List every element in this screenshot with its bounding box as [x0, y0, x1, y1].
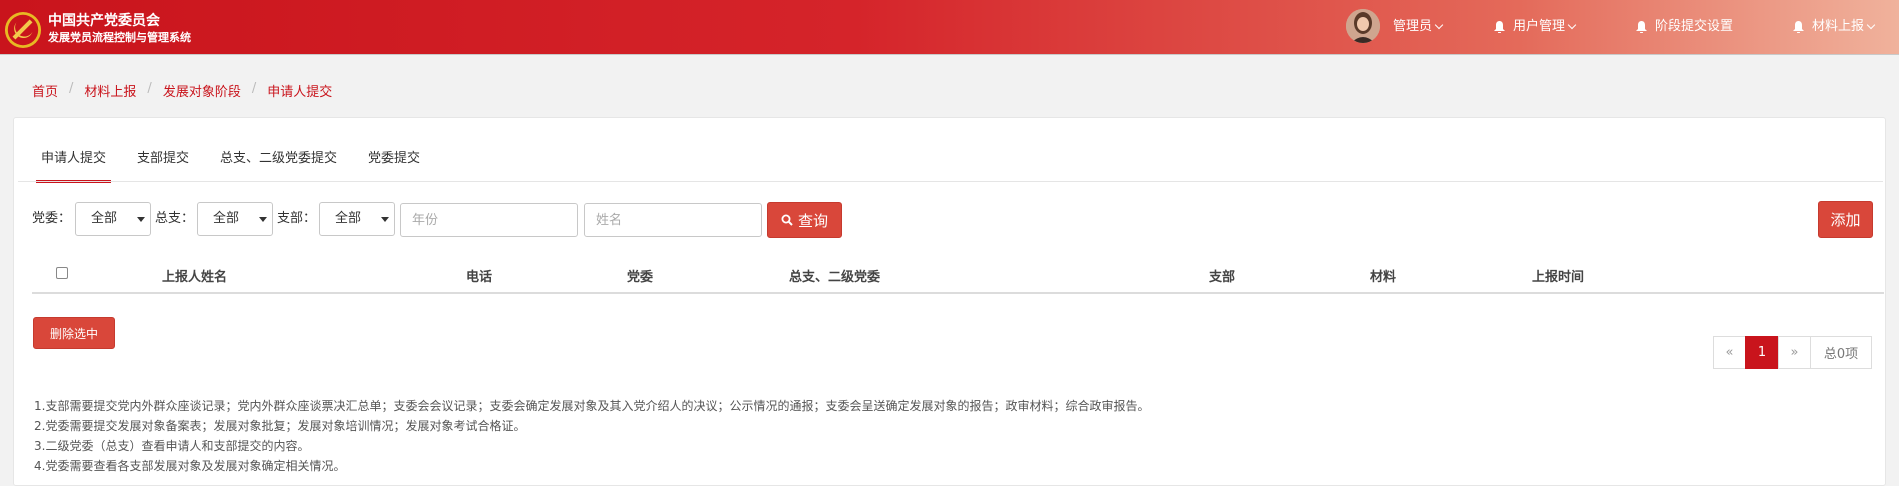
- user-management-label: 用户管理: [1513, 19, 1566, 34]
- add-button-label: 添加: [1830, 211, 1861, 229]
- col-party-committee: 党委: [627, 270, 654, 285]
- breadcrumb-material-upload[interactable]: 材料上报: [84, 81, 136, 100]
- tab-branch-submit[interactable]: 支部提交: [132, 149, 194, 183]
- note-line: 4.党委需要查看各支部发展对象及发展对象确定相关情况。: [34, 459, 346, 473]
- avatar-image-icon: [1346, 9, 1380, 43]
- admin-label: 管理员: [1393, 19, 1433, 34]
- breadcrumb-separator: /: [69, 81, 74, 96]
- general-branch-label: 总支：: [155, 211, 195, 226]
- note-line: 2.党委需要提交发展对象备案表；发展对象批复；发展对象培训情况；发展对象考试合格…: [34, 419, 526, 433]
- breadcrumb: 首页 / 材料上报 / 发展对象阶段 / 申请人提交: [32, 81, 332, 100]
- breadcrumb-current: 申请人提交: [267, 85, 333, 100]
- col-branch: 支部: [1209, 270, 1236, 285]
- delete-selected-button[interactable]: 删除选中: [33, 317, 115, 349]
- top-header: 中国共产党委员会 发展党员流程控制与管理系统 管理员 用户管理 阶段提交设置 材…: [0, 0, 1899, 55]
- title-line2: 发展党员流程控制与管理系统: [48, 31, 191, 44]
- tab-general-branch-submit[interactable]: 总支、二级党委提交: [215, 149, 342, 183]
- add-button[interactable]: 添加: [1818, 201, 1873, 238]
- pagination-page-1[interactable]: 1: [1745, 336, 1779, 369]
- general-branch-select-value: 全部: [213, 211, 240, 226]
- general-branch-select[interactable]: 全部: [197, 202, 273, 236]
- bell-icon: [1793, 21, 1804, 33]
- chevron-down-icon: [1866, 20, 1876, 30]
- stage-settings-menu[interactable]: 阶段提交设置: [1636, 16, 1733, 38]
- table-header: 上报人姓名 电话 党委 总支、二级党委 支部 材料 上报时间: [32, 256, 1884, 294]
- instructions-notes: 1.支部需要提交党内外群众座谈记录；党内外群众座谈票决汇总单；支委会会议记录；支…: [34, 396, 1149, 476]
- branch-label: 支部：: [277, 211, 317, 226]
- title-line1: 中国共产党委员会: [48, 13, 160, 29]
- admin-menu[interactable]: 管理员: [1393, 16, 1444, 38]
- col-material: 材料: [1370, 270, 1397, 285]
- tab-applicant-submit[interactable]: 申请人提交: [36, 149, 112, 183]
- pagination-next[interactable]: »: [1778, 336, 1811, 369]
- select-all-checkbox[interactable]: [56, 267, 68, 279]
- search-button[interactable]: 查询: [767, 202, 842, 238]
- col-general-branch: 总支、二级党委: [789, 270, 881, 285]
- party-committee-select[interactable]: 全部: [75, 202, 151, 236]
- material-upload-menu[interactable]: 材料上报: [1793, 16, 1876, 38]
- party-committee-select-value: 全部: [91, 211, 118, 226]
- tab-party-committee-submit[interactable]: 党委提交: [363, 149, 425, 183]
- note-line: 1.支部需要提交党内外群众座谈记录；党内外群众座谈票决汇总单；支委会会议记录；支…: [34, 399, 1150, 413]
- tab-bar: 申请人提交 支部提交 总支、二级党委提交 党委提交: [36, 149, 446, 183]
- breadcrumb-separator: /: [147, 81, 152, 96]
- system-title: 中国共产党委员会 发展党员流程控制与管理系统: [48, 13, 191, 45]
- breadcrumb-home[interactable]: 首页: [32, 81, 58, 100]
- bell-icon: [1494, 21, 1505, 33]
- breadcrumb-separator: /: [251, 81, 257, 96]
- chevron-down-icon: [1434, 20, 1444, 30]
- pagination-prev[interactable]: «: [1713, 336, 1746, 369]
- user-management-menu[interactable]: 用户管理: [1494, 16, 1577, 38]
- material-upload-label: 材料上报: [1812, 19, 1865, 34]
- note-line: 3.二级党委（总支）查看申请人和支部提交的内容。: [34, 439, 310, 453]
- search-icon: [781, 214, 793, 226]
- search-button-label: 查询: [797, 211, 828, 230]
- user-avatar[interactable]: [1346, 9, 1380, 43]
- chevron-down-icon: [1567, 20, 1577, 30]
- caret-down-icon: [137, 217, 145, 222]
- branch-select[interactable]: 全部: [319, 202, 395, 236]
- bell-icon: [1636, 21, 1647, 33]
- stage-settings-label: 阶段提交设置: [1655, 19, 1734, 34]
- name-input[interactable]: [584, 203, 762, 237]
- col-phone: 电话: [466, 270, 493, 285]
- pagination-total: 总0项: [1810, 336, 1872, 369]
- tab-divider: [18, 181, 1883, 182]
- party-emblem-icon: [4, 11, 42, 49]
- main-card: 申请人提交 支部提交 总支、二级党委提交 党委提交 党委： 全部 总支： 全部 …: [13, 117, 1886, 486]
- delete-selected-label: 删除选中: [49, 326, 98, 341]
- year-input[interactable]: [400, 203, 578, 237]
- breadcrumb-development-stage[interactable]: 发展对象阶段: [163, 81, 241, 100]
- branch-select-value: 全部: [335, 211, 362, 226]
- caret-down-icon: [381, 217, 389, 222]
- party-committee-label: 党委：: [32, 211, 72, 226]
- col-report-time: 上报时间: [1532, 270, 1585, 285]
- caret-down-icon: [259, 217, 267, 222]
- col-reporter-name: 上报人姓名: [162, 270, 228, 285]
